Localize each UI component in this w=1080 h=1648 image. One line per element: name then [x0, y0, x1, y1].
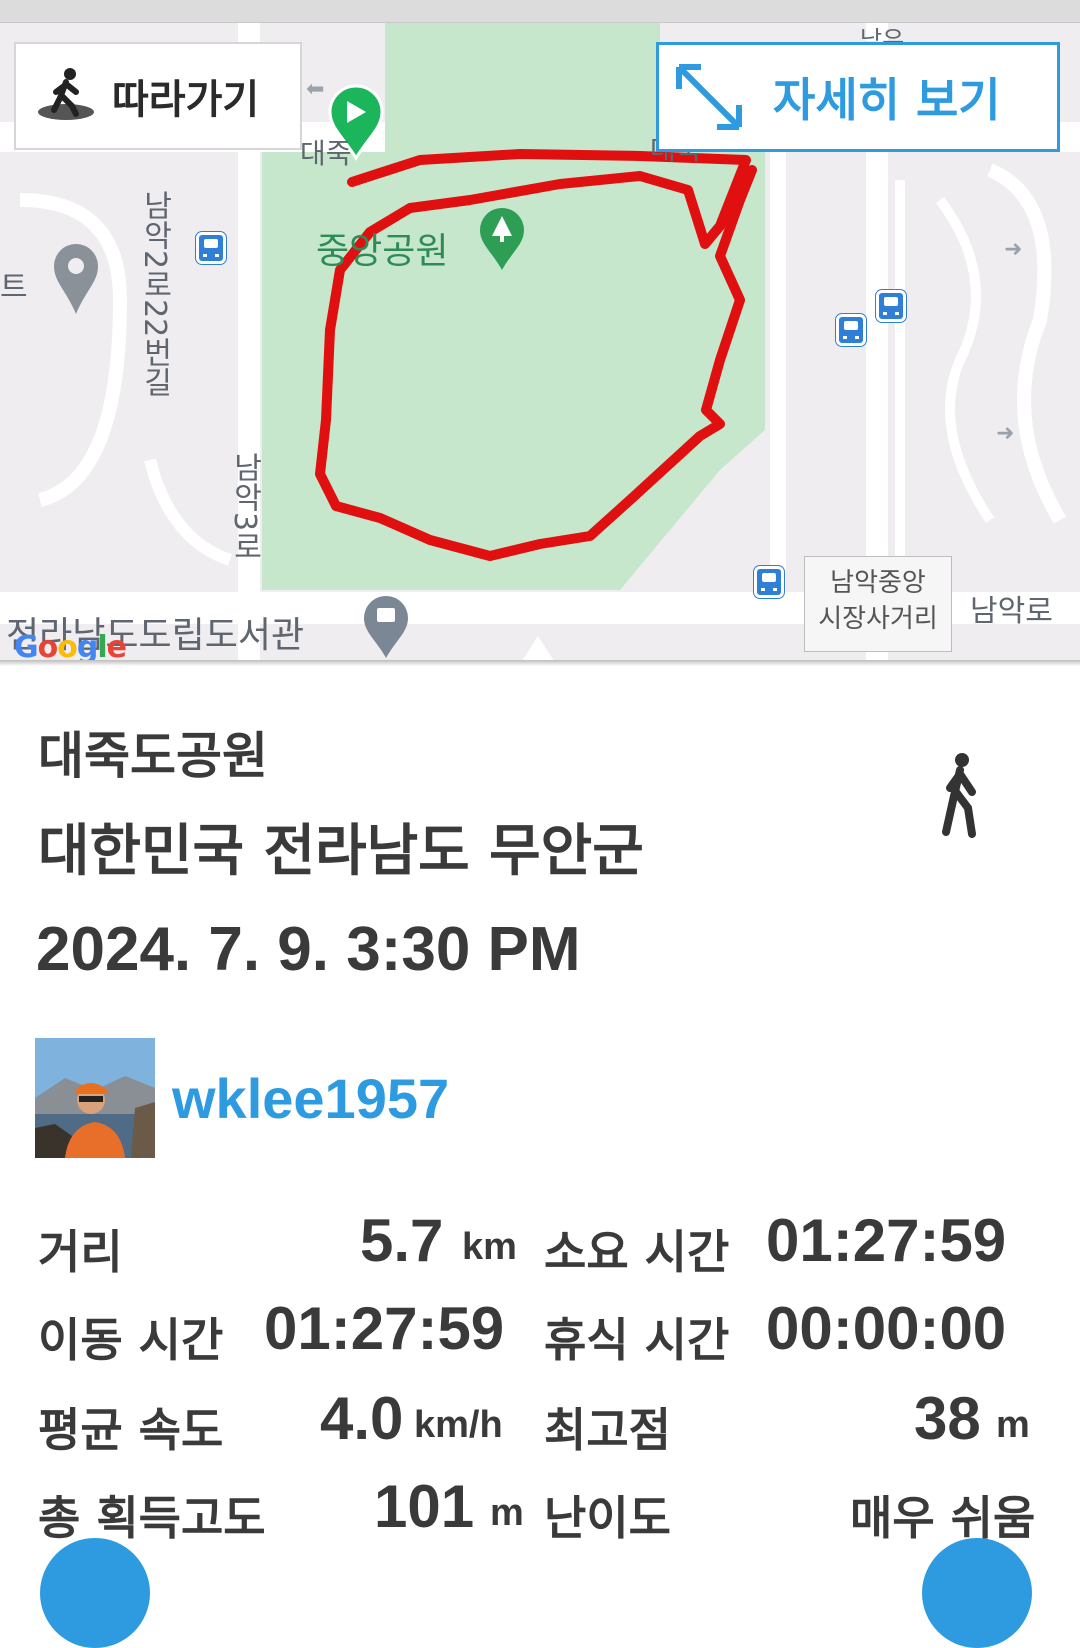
rest-time-label: 휴식 시간	[544, 1313, 730, 1367]
activity-datetime: 2024. 7. 9. 3:30 PM	[36, 915, 581, 984]
place-name: 대죽도공원	[38, 727, 268, 785]
svg-text:➜: ➜	[1004, 237, 1022, 262]
duration-label: 소요 시간	[544, 1225, 730, 1279]
expand-icon	[676, 64, 742, 130]
road-label-3: 남악로	[970, 594, 1053, 629]
start-place-label: 대죽	[300, 137, 352, 170]
map-top-strip	[0, 0, 1080, 23]
user-avatar[interactable]	[35, 1038, 155, 1158]
elevation-gain-label: 총 획득고도	[38, 1491, 266, 1545]
difficulty-label: 난이도	[544, 1491, 671, 1545]
partial-map-label: 트	[0, 270, 28, 305]
difficulty-value: 매우 쉬움	[850, 1491, 1036, 1545]
max-altitude-value: 38	[914, 1385, 981, 1452]
map-view[interactable]: ➜ ➜ ⬅ 중앙공원 남악2로22번길 남악3로 전라남도도립도서관 남악로 트…	[0, 0, 1080, 664]
intersection-label: 남악중앙 시장사거리	[804, 556, 952, 652]
svg-text:➜: ➜	[996, 421, 1014, 446]
distance-unit: km	[462, 1226, 517, 1268]
avg-speed-label: 평균 속도	[38, 1403, 224, 1457]
park-label: 중앙공원	[316, 231, 449, 272]
walking-person-icon	[942, 753, 976, 838]
avatar-photo	[35, 1038, 155, 1158]
road-label-1: 남악2로22번길	[137, 190, 172, 398]
max-altitude-label: 최고점	[544, 1403, 671, 1457]
distance-value: 5.7	[360, 1207, 444, 1274]
moving-time-label: 이동 시간	[38, 1313, 224, 1367]
intersection-line-2: 시장사거리	[818, 604, 938, 634]
bus-stop-icon[interactable]	[196, 232, 226, 264]
bus-stop-icon[interactable]	[754, 566, 784, 598]
moving-time-value: 01:27:59	[264, 1295, 505, 1362]
follow-label: 따라가기	[112, 77, 260, 123]
max-altitude-unit: m	[996, 1404, 1030, 1446]
elevation-gain-unit: m	[490, 1492, 524, 1534]
view-details-button[interactable]: 자세히 보기	[656, 42, 1060, 152]
region-label: 대한민국 전라남도 무안군	[38, 819, 644, 884]
next-button[interactable]	[922, 1538, 1032, 1648]
map-divider	[0, 660, 1080, 666]
previous-button[interactable]	[40, 1538, 150, 1648]
avg-speed-unit: km/h	[414, 1404, 503, 1446]
bus-stop-icon[interactable]	[876, 290, 906, 322]
google-logo: Google	[14, 630, 127, 664]
follow-button[interactable]: 따라가기	[14, 42, 302, 150]
rest-time-value: 00:00:00	[766, 1295, 1007, 1362]
road-label-2: 남악3로	[227, 452, 262, 562]
elevation-gain-value: 101	[374, 1473, 475, 1540]
svg-text:⬅: ⬅	[306, 77, 324, 102]
distance-label: 거리	[38, 1225, 123, 1279]
intersection-line-1: 남악중앙	[830, 568, 926, 598]
duration-value: 01:27:59	[766, 1207, 1007, 1274]
username-link[interactable]: wklee1957	[172, 1066, 449, 1131]
avg-speed-value: 4.0	[320, 1385, 404, 1452]
view-details-label: 자세히 보기	[773, 73, 1001, 127]
bus-stop-icon[interactable]	[836, 314, 866, 346]
hiker-icon	[38, 68, 94, 120]
